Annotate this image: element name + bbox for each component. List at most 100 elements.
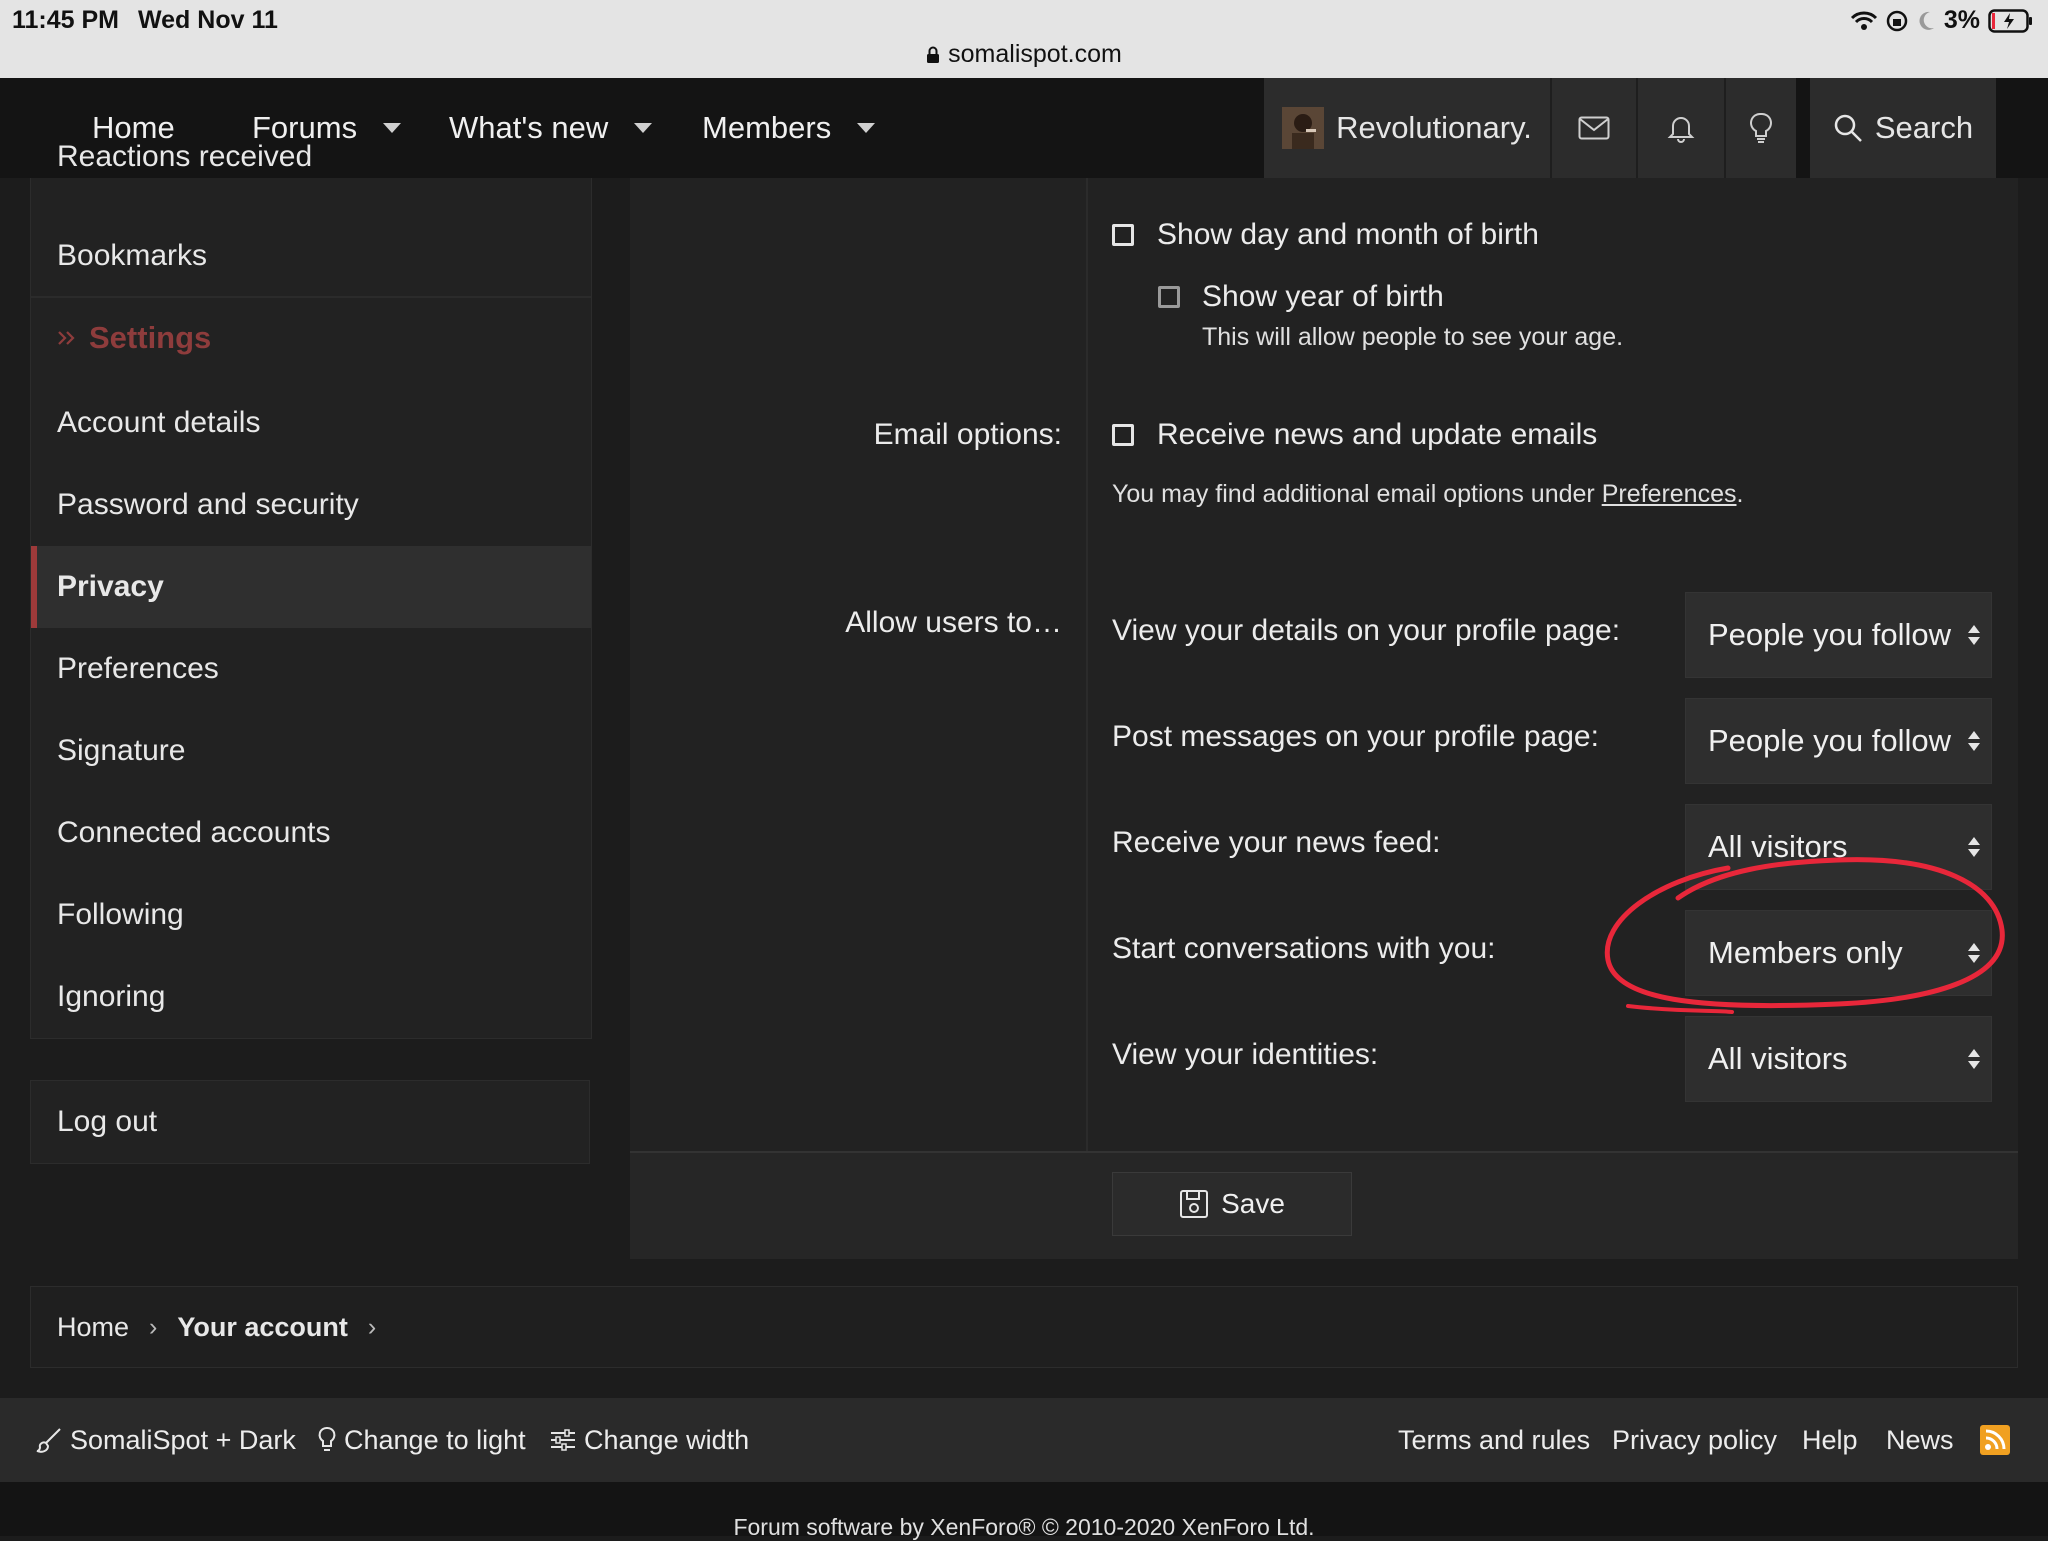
sidebar-item-preferences[interactable]: Preferences	[31, 628, 591, 710]
account-menu[interactable]: Revolutionary.	[1264, 78, 1550, 178]
inbox-button[interactable]	[1552, 78, 1636, 178]
sidebar-item-privacy[interactable]: Privacy	[31, 546, 591, 628]
receive-news-checkbox[interactable]	[1112, 424, 1134, 446]
receive-news-label[interactable]: Receive news and update emails	[1157, 418, 1597, 452]
post-messages-select[interactable]: People you follow	[1685, 698, 1992, 784]
style-toggle-button[interactable]	[1726, 78, 1796, 178]
sidebar-item-label: Following	[57, 898, 184, 931]
floppy-disk-icon	[1179, 1189, 1209, 1219]
alerts-button[interactable]	[1638, 78, 1724, 178]
logout-link[interactable]: Log out	[31, 1081, 589, 1163]
chevron-right-icon: ›	[149, 1312, 158, 1341]
change-to-light-label: Change to light	[344, 1424, 526, 1455]
ios-status-bar: 11:45 PM Wed Nov 11 3% somalispot.com	[0, 0, 2048, 78]
privacy-row-label: View your details on your profile page:	[1112, 614, 1621, 647]
email-hint-suffix: .	[1736, 480, 1744, 508]
battery-icon	[1988, 8, 2034, 33]
sidebar-item-label: Bookmarks	[57, 239, 208, 272]
breadcrumb-your-account[interactable]: Your account	[177, 1312, 348, 1343]
view-details-select[interactable]: People you follow	[1685, 592, 1992, 678]
account-sidebar: Reactions received Bookmarks Settings Ac…	[30, 140, 592, 1039]
sidebar-item-following[interactable]: Following	[31, 874, 591, 956]
rss-icon	[1980, 1425, 2010, 1455]
url-text: somalispot.com	[948, 40, 1122, 68]
email-hint-text: You may find additional email options un…	[1112, 480, 1602, 508]
sidebar-item-bookmarks[interactable]: Bookmarks	[31, 215, 591, 297]
save-button[interactable]: Save	[1112, 1172, 1352, 1236]
show-birth-year-checkbox[interactable]	[1158, 286, 1180, 308]
select-arrows-icon	[1967, 623, 1981, 647]
sidebar-item-reactions-received[interactable]: Reactions received	[31, 140, 591, 200]
envelope-icon	[1578, 116, 1610, 140]
copyright-bar: Forum software by XenForo® © 2010-2020 X…	[0, 1482, 2048, 1540]
copyright-text: Forum software by XenForo® © 2010-2020 X…	[733, 1514, 1315, 1540]
privacy-row-label: Post messages on your profile page:	[1112, 720, 1599, 753]
change-to-light-link[interactable]: Change to light	[318, 1398, 526, 1482]
paintbrush-icon	[36, 1427, 62, 1453]
wifi-icon	[1850, 10, 1878, 32]
breadcrumb-home[interactable]: Home	[57, 1312, 129, 1343]
privacy-row-label: Start conversations with you:	[1112, 932, 1496, 965]
terms-label: Terms and rules	[1398, 1424, 1591, 1455]
nav-members-label: Members	[702, 110, 832, 145]
search-button[interactable]: Search	[1810, 78, 1996, 178]
rotation-lock-icon	[1886, 10, 1908, 32]
chevron-down-icon[interactable]	[383, 123, 402, 133]
privacy-policy-link[interactable]: Privacy policy	[1612, 1398, 1777, 1482]
select-value: People you follow	[1708, 723, 1951, 758]
form-column-divider	[1086, 178, 1088, 1151]
chevron-down-icon[interactable]	[634, 123, 653, 133]
sidebar-item-signature[interactable]: Signature	[31, 710, 591, 792]
style-chooser-label: SomaliSpot + Dark	[70, 1424, 296, 1455]
email-options-hint: You may find additional email options un…	[1112, 480, 1743, 509]
username-label: Revolutionary.	[1336, 110, 1532, 145]
breadcrumb: Home › Your account ›	[30, 1286, 2018, 1368]
address-bar[interactable]: somalispot.com	[0, 40, 2048, 69]
terms-link[interactable]: Terms and rules	[1398, 1398, 1590, 1482]
sidebar-section-settings: Settings	[31, 296, 591, 378]
logout-panel: Log out	[30, 1080, 590, 1164]
sidebar-section-title: Settings	[89, 320, 212, 355]
logout-label: Log out	[57, 1105, 158, 1138]
status-date: Wed Nov 11	[138, 6, 278, 34]
news-link[interactable]: News	[1886, 1398, 1954, 1482]
sidebar-item-label: Password and security	[57, 488, 359, 521]
status-time: 11:45 PM	[12, 6, 120, 34]
privacy-row-label: Receive your news feed:	[1112, 826, 1441, 859]
sidebar-item-label: Privacy	[57, 570, 164, 603]
show-birth-year-label[interactable]: Show year of birth	[1202, 280, 1444, 314]
sidebar-item-label: Preferences	[57, 652, 219, 685]
change-width-label: Change width	[584, 1424, 750, 1455]
moon-icon	[1916, 10, 1936, 32]
email-options-label: Email options:	[873, 418, 1062, 451]
search-label: Search	[1874, 110, 1974, 145]
show-birth-day-label[interactable]: Show day and month of birth	[1157, 218, 1539, 252]
sidebar-item-ignoring[interactable]: Ignoring	[31, 956, 591, 1038]
style-chooser-link[interactable]: SomaliSpot + Dark	[36, 1398, 296, 1482]
sidebar-item-account-details[interactable]: Account details	[31, 382, 591, 464]
nav-members[interactable]: Members	[702, 78, 876, 178]
double-chevron-right-icon	[57, 329, 77, 347]
select-arrows-icon	[1967, 1047, 1981, 1071]
birth-year-hint: This will allow people to see your age.	[1202, 323, 1624, 351]
rss-link[interactable]	[1980, 1398, 2010, 1482]
sidebar-item-label: Signature	[57, 734, 186, 767]
chevron-down-icon[interactable]	[857, 123, 876, 133]
preferences-link[interactable]: Preferences	[1602, 480, 1737, 508]
help-link[interactable]: Help	[1802, 1398, 1858, 1482]
change-width-link[interactable]: Change width	[550, 1398, 749, 1482]
sidebar-item-label: Reactions received	[57, 140, 313, 173]
red-annotation-circle	[1604, 857, 2005, 1014]
help-label: Help	[1802, 1424, 1858, 1455]
save-label: Save	[1221, 1188, 1285, 1219]
lightbulb-icon	[1750, 112, 1772, 144]
chevron-right-icon: ›	[367, 1312, 377, 1341]
sidebar-item-label: Account details	[57, 406, 261, 439]
sidebar-item-password-security[interactable]: Password and security	[31, 464, 591, 546]
show-birth-day-checkbox[interactable]	[1112, 224, 1134, 246]
sidebar-item-connected-accounts[interactable]: Connected accounts	[31, 792, 591, 874]
status-indicators: 3%	[1850, 6, 2034, 35]
sidebar-item-label: Connected accounts	[57, 816, 331, 849]
privacy-row-label: View your identities:	[1112, 1038, 1379, 1071]
lock-icon	[926, 46, 940, 64]
